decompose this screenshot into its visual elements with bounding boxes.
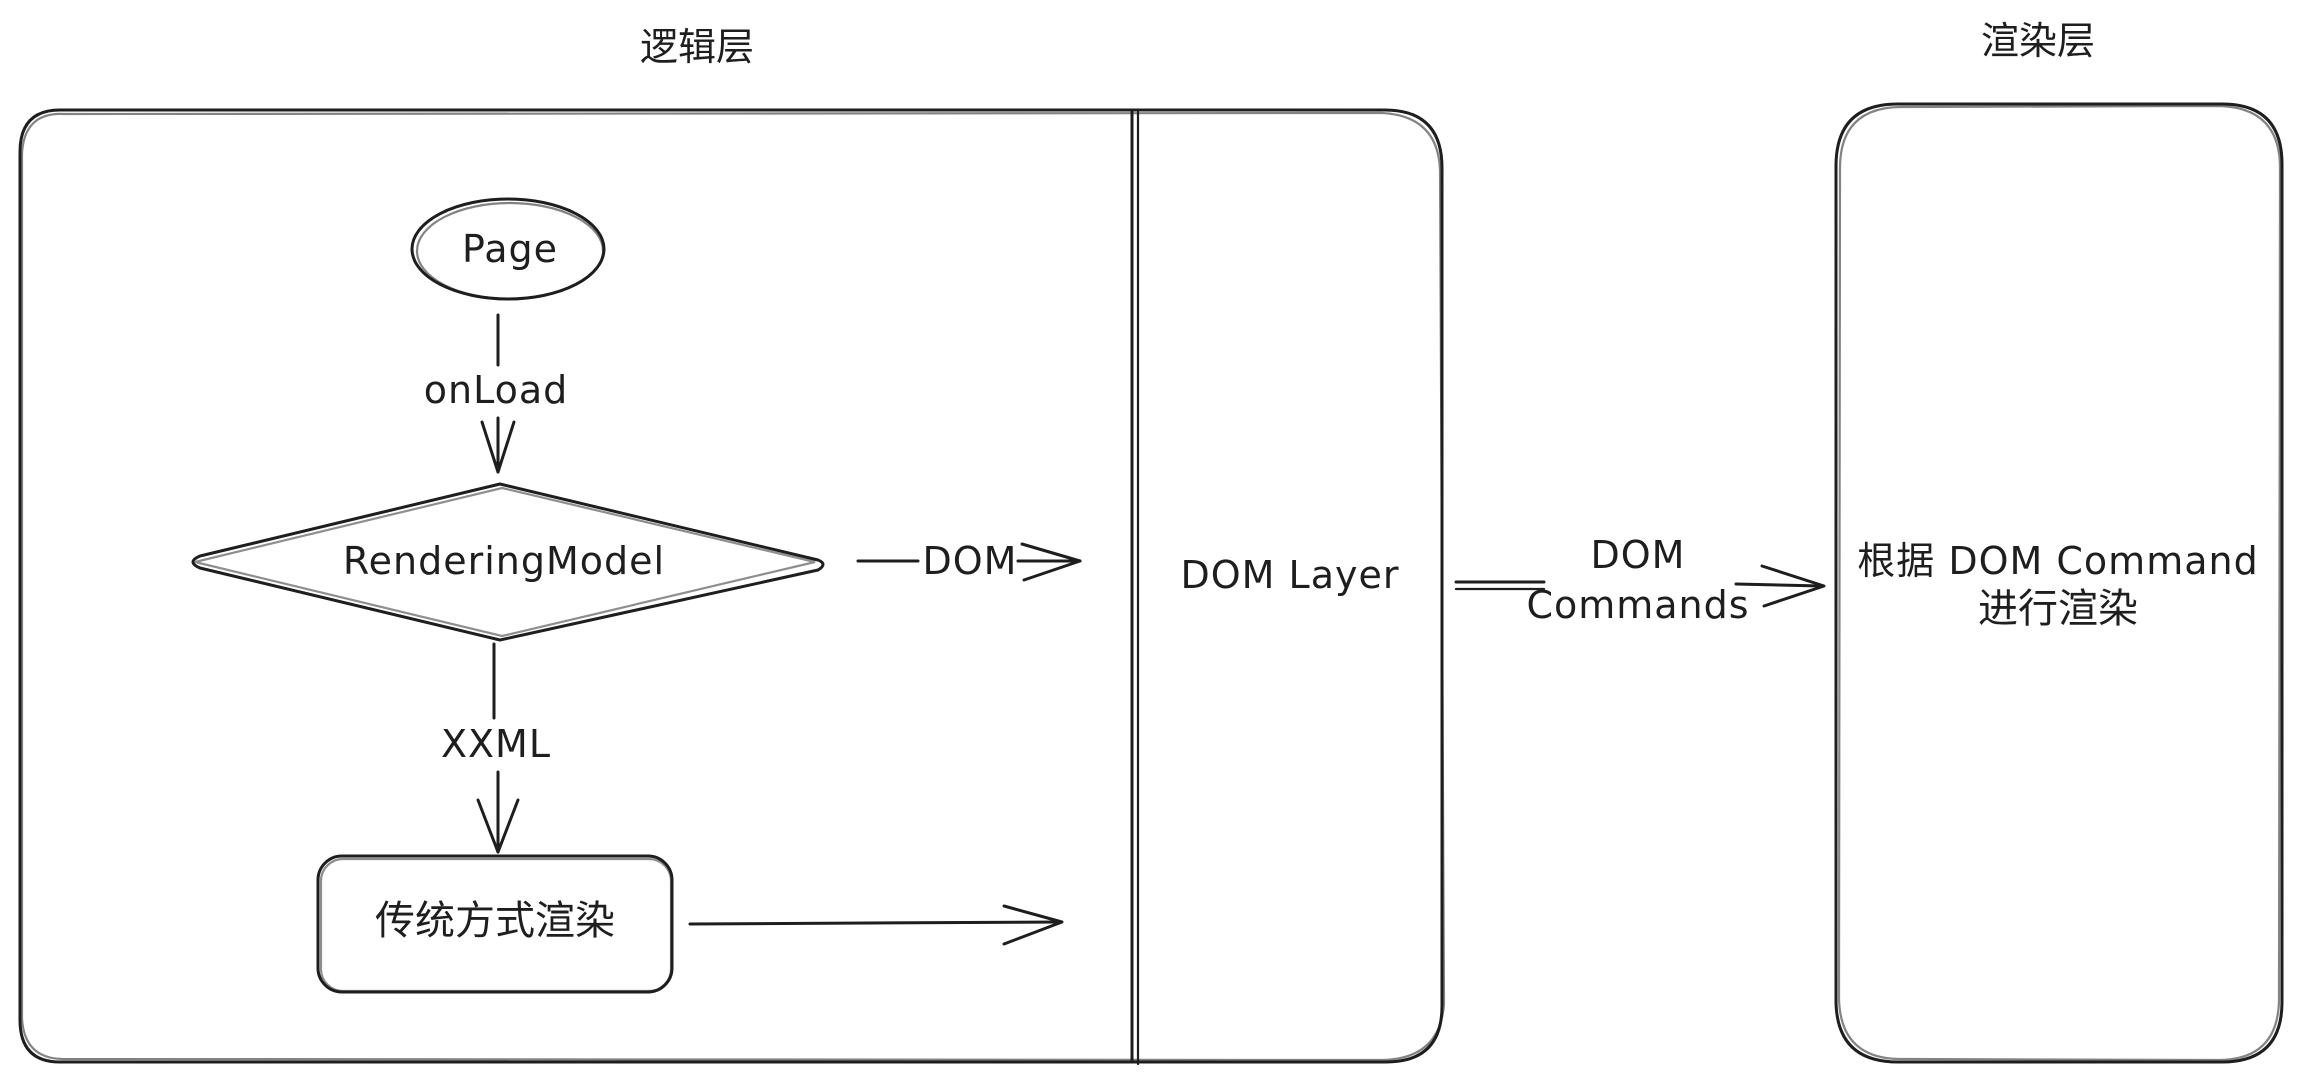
architecture-diagram: 逻辑层 渲染层 Page onLoad RenderingModel DOM X… — [18, 19, 2284, 1066]
dom-commands-label-line2: Commands — [1526, 583, 1749, 627]
render-layer-title: 渲染层 — [1981, 19, 2095, 63]
xxml-label: XXML — [441, 722, 551, 766]
render-layer-container-sketch — [1837, 104, 2282, 1062]
dom-commands-label-line1: DOM — [1591, 533, 1686, 577]
dom-commands-line-c — [1734, 582, 1824, 588]
rendering-model-label: RenderingModel — [343, 539, 665, 583]
logic-layer-title: 逻辑层 — [640, 25, 754, 69]
traditional-arrow-line — [688, 920, 1062, 926]
render-layer-container — [1834, 102, 2284, 1064]
traditional-render-label: 传统方式渲染 — [375, 898, 615, 944]
page-label: Page — [462, 227, 558, 271]
dom-layer-label: DOM Layer — [1181, 553, 1400, 597]
onload-label: onLoad — [424, 368, 569, 412]
render-by-label-line1: 根据 DOM Command — [1857, 539, 2258, 583]
render-by-label-line2: 进行渲染 — [1978, 586, 2138, 632]
dom-arrow-label: DOM — [923, 539, 1018, 583]
traditional-arrowhead — [1002, 904, 1064, 946]
